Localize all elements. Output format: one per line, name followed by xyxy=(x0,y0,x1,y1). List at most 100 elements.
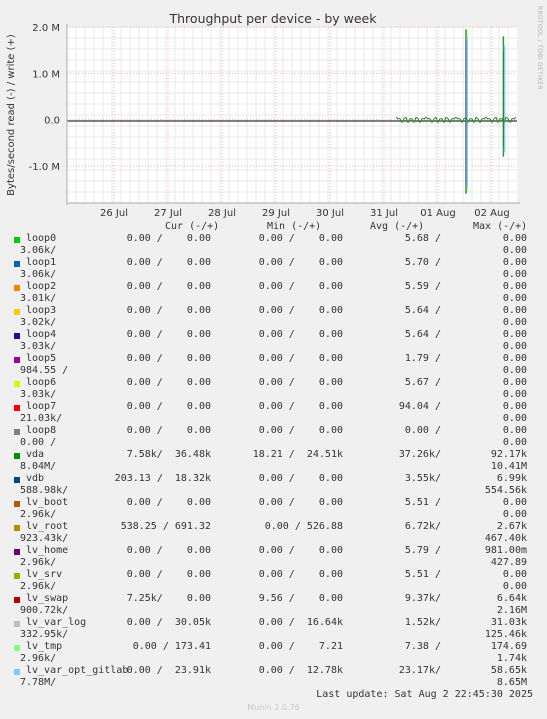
header-cur: Cur (-/+) xyxy=(165,221,220,232)
legend-min: 0.00 / 0.00 xyxy=(258,281,343,292)
legend-swatch xyxy=(14,333,20,339)
legend-avg: 5.67 / xyxy=(404,377,441,388)
legend-cur-second: 332.95k/ xyxy=(20,629,69,640)
legend-min: 0.00 / 0.00 xyxy=(258,257,343,268)
legend-min: 0.00 / 0.00 xyxy=(258,545,343,556)
legend-avg: 5.79 / xyxy=(404,545,441,556)
legend-max-second: 0.00 xyxy=(502,437,527,448)
legend-min: 0.00 / 0.00 xyxy=(258,353,343,364)
legend-min: 0.00 / 0.00 xyxy=(258,377,343,388)
legend-cur: 7.25k/ 0.00 xyxy=(126,593,211,604)
legend-cur: 0.00 / 23.91k xyxy=(126,665,211,676)
legend-swatch xyxy=(14,669,20,675)
legend-max-second: 427.89 xyxy=(490,557,527,568)
legend-max: 0.00 xyxy=(502,425,527,436)
legend-name: vda xyxy=(26,449,45,460)
x-tick-label: 29 Jul xyxy=(262,208,290,219)
legend-avg: 1.79 / xyxy=(404,353,441,364)
legend-name: lv_home xyxy=(26,545,69,556)
legend-row: loop5 0.00 / 0.00 0.00 / 0.00 1.79 / 0.00 984… xyxy=(0,353,547,377)
legend-cur: 0.00 / 0.00 xyxy=(126,497,211,508)
legend-avg: 0.00 / xyxy=(404,425,441,436)
legend-cur-second: 923.43k/ xyxy=(20,533,69,544)
legend-cur-second: 3.06k/ xyxy=(20,269,57,280)
legend-swatch xyxy=(14,549,20,555)
legend-max-second: 0.00 xyxy=(502,245,527,256)
legend-min: 0.00 / 0.00 xyxy=(258,401,343,412)
throughput-chart: 2.0 M 1.0 M 0.0 -1.0 M 26 Jul 27 Jul 28 Jul 29… xyxy=(6,11,520,219)
legend-max: 92.17k xyxy=(490,449,527,460)
legend-max-second: 554.56k xyxy=(484,485,527,496)
legend-cur: 0.00 / 0.00 xyxy=(126,569,211,580)
legend-cur-second: 3.02k/ xyxy=(20,317,57,328)
legend-max-second: 0.00 xyxy=(502,581,527,592)
legend-max: 0.00 xyxy=(502,401,527,412)
x-tick-label: 02 Aug xyxy=(474,208,509,219)
legend-min: 0.00 / 0.00 xyxy=(258,473,343,484)
legend-cur: 0.00 / 0.00 xyxy=(126,545,211,556)
legend-cur: 7.58k/ 36.48k xyxy=(126,449,211,460)
legend-max-second: 125.46k xyxy=(484,629,527,640)
legend-max-second: 0.00 xyxy=(502,317,527,328)
legend-cur-second: 7.78M/ xyxy=(20,677,57,688)
x-tick-label: 30 Jul xyxy=(316,208,344,219)
legend-row: loop3 0.00 / 0.00 0.00 / 0.00 5.64 / 0.00 3.0… xyxy=(0,305,547,329)
legend-name: loop3 xyxy=(26,305,57,316)
legend-max: 0.00 xyxy=(502,329,527,340)
legend-max: 6.99k xyxy=(496,473,527,484)
legend-max-second: 8.65M xyxy=(496,677,527,688)
legend-name: loop7 xyxy=(26,401,57,412)
legend-cur-second: 2.96k/ xyxy=(20,557,57,568)
legend-min: 0.00 / 0.00 xyxy=(258,305,343,316)
legend-row: lv_home 0.00 / 0.00 0.00 / 0.00 5.79 / 981.0… xyxy=(0,545,547,569)
legend-cur-second: 3.03k/ xyxy=(20,341,57,352)
legend: loop0 0.00 / 0.00 0.00 / 0.00 5.68 / 0.00 3.0… xyxy=(0,233,547,689)
legend-min: 0.00 / 16.64k xyxy=(258,617,343,628)
legend-row: vdb 203.13 / 18.32k 0.00 / 0.00 3.55k/6.99k… xyxy=(0,473,547,497)
y-tick-label: -1.0 M xyxy=(29,162,60,173)
legend-swatch xyxy=(14,477,20,483)
legend-swatch xyxy=(14,237,20,243)
legend-max-second: 0.00 xyxy=(502,293,527,304)
legend-max-second: 0.00 xyxy=(502,413,527,424)
legend-name: lv_swap xyxy=(26,593,69,604)
legend-swatch xyxy=(14,285,20,291)
legend-cur: 0.00 / 0.00 xyxy=(126,401,211,412)
legend-min: 0.00 / 0.00 xyxy=(258,497,343,508)
legend-name: lv_boot xyxy=(26,497,69,508)
legend-min: 0.00 / 0.00 xyxy=(258,425,343,436)
legend-avg: 5.64 / xyxy=(404,329,441,340)
legend-swatch xyxy=(14,573,20,579)
legend-swatch xyxy=(14,525,20,531)
legend-swatch xyxy=(14,453,20,459)
legend-cur-second: 3.06k/ xyxy=(20,245,57,256)
legend-cur: 0.00 / 0.00 xyxy=(126,353,211,364)
legend-cur-second: 2.96k/ xyxy=(20,509,57,520)
legend-max: 981.00m xyxy=(484,545,527,556)
legend-row: loop6 0.00 / 0.00 0.00 / 0.00 5.67 / 0.00 3.0… xyxy=(0,377,547,401)
header-min: Min (-/+) xyxy=(267,221,322,232)
legend-avg: 5.51 / xyxy=(404,497,441,508)
legend-name: loop5 xyxy=(26,353,57,364)
legend-cur-second: 588.98k/ xyxy=(20,485,69,496)
chart-title: Throughput per device - by week xyxy=(169,11,378,26)
legend-max-second: 0.00 xyxy=(502,269,527,280)
legend-cur: 0.00 / 0.00 xyxy=(126,329,211,340)
legend-name: loop0 xyxy=(26,233,57,244)
header-max: Max (-/+) xyxy=(473,221,528,232)
legend-cur: 0.00 / 0.00 xyxy=(126,377,211,388)
legend-avg: 7.38 / xyxy=(404,641,441,652)
legend-min: 0.00 / 7.21 xyxy=(258,641,343,652)
legend-max: 0.00 xyxy=(502,353,527,364)
legend-row: lv_boot 0.00 / 0.00 0.00 / 0.00 5.51 / 0.00 2… xyxy=(0,497,547,521)
legend-max: 2.67k xyxy=(496,521,527,532)
legend-swatch xyxy=(14,357,20,363)
legend-avg: 5.68 / xyxy=(404,233,441,244)
legend-row: vda 7.58k/ 36.48k 18.21 / 24.51k 37.26k/92.… xyxy=(0,449,547,473)
legend-min: 9.56 / 0.00 xyxy=(258,593,343,604)
legend-cur-second: 3.01k/ xyxy=(20,293,57,304)
legend-max-second: 0.00 xyxy=(502,365,527,376)
legend-min: 0.00 / 0.00 xyxy=(258,569,343,580)
legend-max: 0.00 xyxy=(502,497,527,508)
legend-cur-second: 8.04M/ xyxy=(20,461,57,472)
